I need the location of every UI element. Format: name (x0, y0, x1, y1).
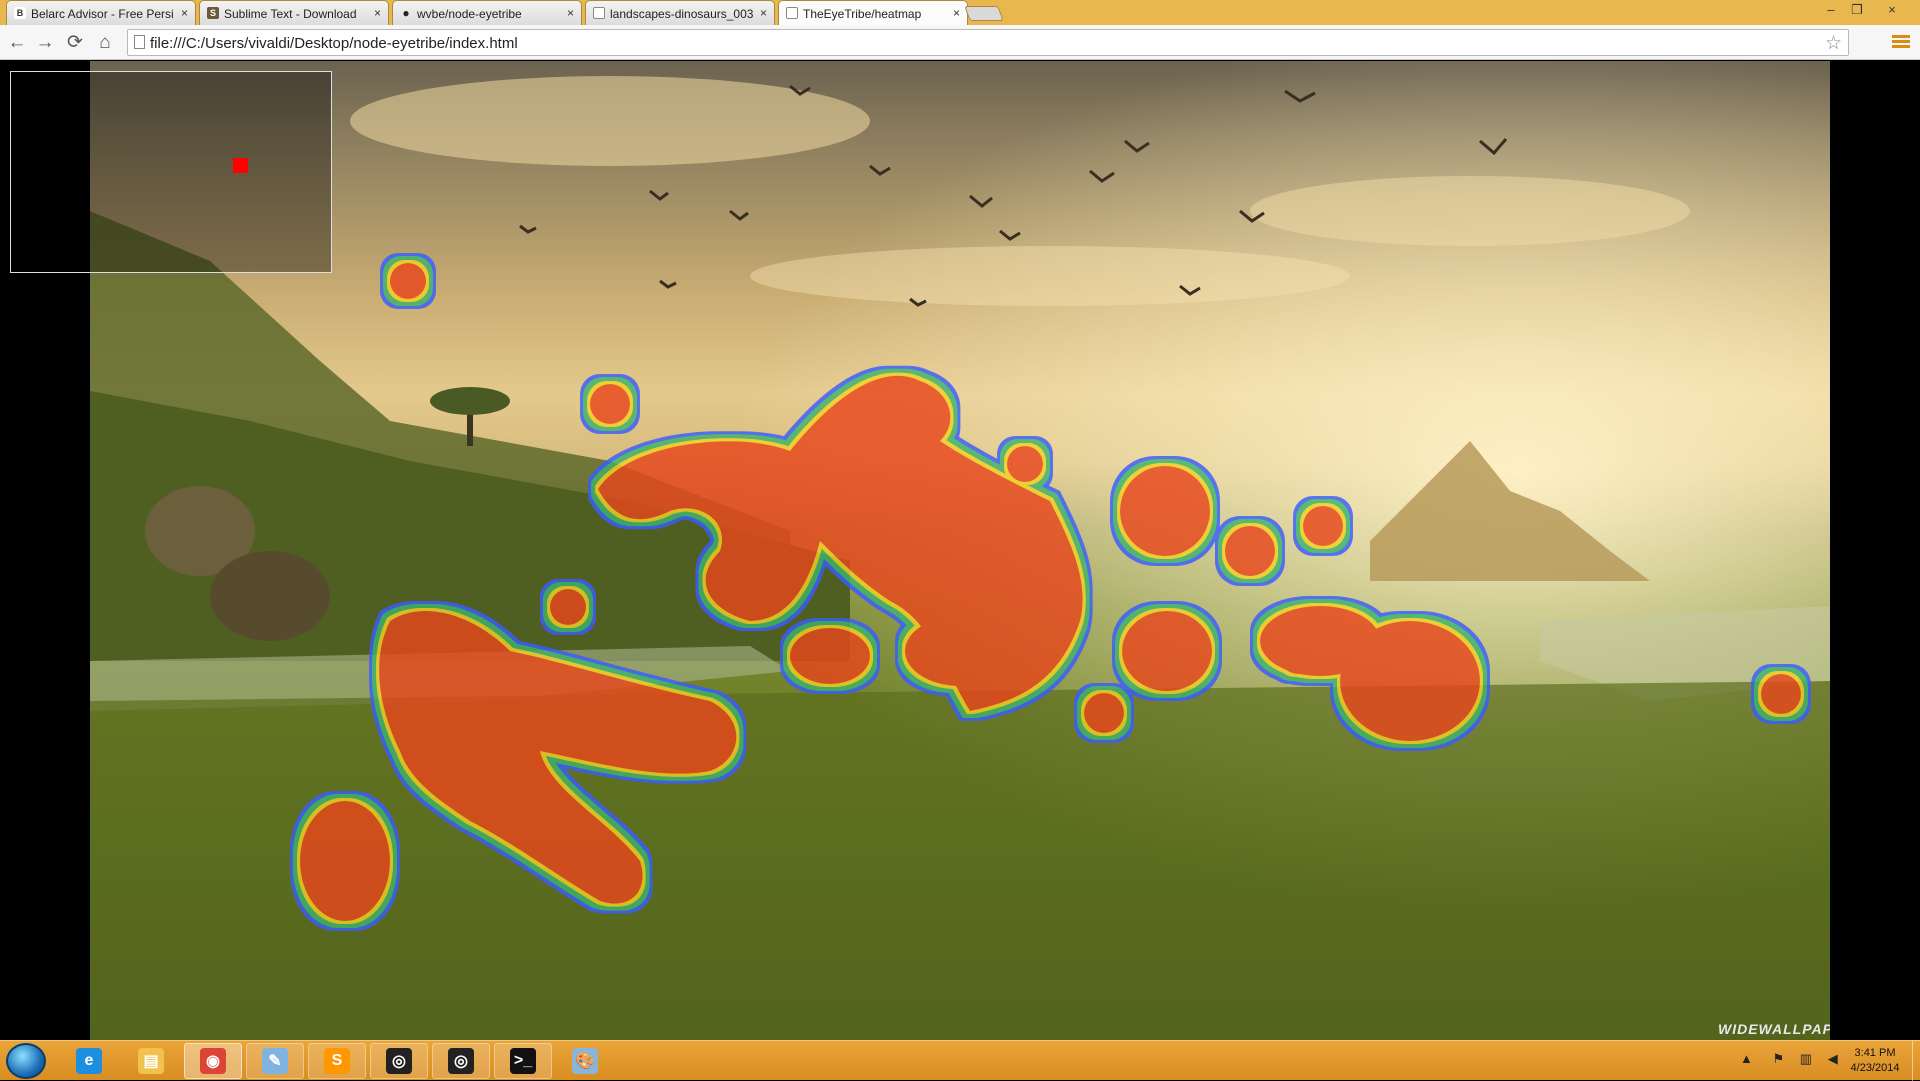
tab-close-icon[interactable]: × (953, 6, 960, 20)
tab-close-icon[interactable]: × (760, 6, 767, 20)
heatmap-blob (790, 628, 870, 684)
address-bar[interactable]: file:///C:/Users/vivaldi/Desktop/node-ey… (127, 29, 1849, 56)
heatmap-blob (300, 801, 390, 921)
url-text[interactable]: file:///C:/Users/vivaldi/Desktop/node-ey… (150, 35, 518, 52)
heatmap-blob (1260, 606, 1380, 676)
reload-button[interactable]: ⟳ (64, 32, 86, 54)
gaze-point-marker (233, 158, 248, 173)
chrome-menu-icon[interactable] (1892, 33, 1910, 51)
taskbar-app-button[interactable]: >_ (494, 1043, 552, 1079)
new-tab-button[interactable] (964, 6, 1004, 21)
forward-button[interactable]: → (34, 32, 56, 54)
taskbar-app-button[interactable]: ▤ (122, 1043, 180, 1079)
clock-time: 3:41 PM (1854, 1047, 1896, 1059)
file-explorer-icon: ▤ (138, 1048, 164, 1074)
action-center-flag-icon[interactable]: ⚑ (1773, 1051, 1785, 1066)
dinosaur-landscape-image: WIDEWALLPAPERS.NET (90, 61, 1830, 1040)
notepad-icon: ✎ (262, 1048, 288, 1074)
tab-title: wvbe/node-eyetribe (417, 7, 522, 21)
taskbar-app-button[interactable]: ✎ (246, 1043, 304, 1079)
start-button[interactable] (6, 1043, 46, 1079)
command-prompt-icon: >_ (510, 1048, 536, 1074)
internet-explorer-icon: e (76, 1048, 102, 1074)
page-icon (786, 7, 798, 19)
taskbar-app-button[interactable]: ◎ (432, 1043, 490, 1079)
eyetribe-server-icon: ◎ (386, 1048, 412, 1074)
heatmap-blob (1084, 693, 1124, 733)
windows-taskbar: e ▤ ◉ ✎ S ◎ ◎ >_ 🎨 ▲ ⚑ ▥ ◀ 3:41 PM 4/23/2014 (0, 1040, 1920, 1081)
tab-close-icon[interactable]: × (374, 6, 381, 20)
tab-belarc-advisor[interactable]: B Belarc Advisor - Free Persi × (6, 0, 196, 25)
page-icon (593, 7, 605, 19)
tray-chevron-icon[interactable]: ▲ (1740, 1051, 1753, 1066)
heatmap-blob (550, 589, 586, 625)
heatmap-blob (590, 384, 630, 424)
clock-date: 4/23/2014 (1850, 1062, 1900, 1074)
close-window-button[interactable]: × (1870, 2, 1914, 18)
volume-icon[interactable]: ◀ (1828, 1051, 1838, 1066)
home-button[interactable]: ⌂ (94, 32, 116, 54)
tab-strip: B Belarc Advisor - Free Persi × S Sublim… (0, 0, 1920, 25)
gaze-tracking-box (10, 71, 332, 273)
tab-node-eyetribe[interactable]: ● wvbe/node-eyetribe × (392, 0, 582, 25)
heatmap-blob (905, 616, 1015, 686)
github-icon: ● (402, 6, 410, 20)
taskbar-app-button[interactable]: S (308, 1043, 366, 1079)
browser-toolbar: ← → ⟳ ⌂ file:///C:/Users/vivaldi/Desktop… (0, 25, 1920, 60)
heatmap-blob (379, 611, 737, 904)
page-content: WIDEWALLPAPERS.NET (0, 61, 1920, 1040)
system-clock[interactable]: 3:41 PM 4/23/2014 (1838, 1046, 1912, 1076)
chrome-icon: ◉ (200, 1048, 226, 1074)
eyetribe-ui-icon: ◎ (448, 1048, 474, 1074)
minimize-button[interactable]: – (1820, 2, 1842, 18)
bookmark-star-icon[interactable]: ☆ (1825, 32, 1842, 55)
tab-close-icon[interactable]: × (181, 6, 188, 20)
heatmap-blob (1303, 506, 1343, 546)
paint-icon: 🎨 (572, 1048, 598, 1074)
heatmap-blob (1225, 526, 1275, 576)
heatmap-blob (1122, 611, 1212, 691)
heatmap-blob (390, 263, 426, 299)
heatmap-blob (1761, 674, 1801, 714)
gaze-heatmap-overlay (300, 263, 1801, 921)
taskbar-app-button[interactable]: 🎨 (556, 1043, 614, 1079)
network-icon[interactable]: ▥ (1800, 1051, 1812, 1066)
tab-title: landscapes-dinosaurs_003 (610, 7, 754, 21)
system-tray: ▲ ⚑ ▥ ◀ (1740, 1051, 1838, 1067)
heatmap-blob (1007, 446, 1043, 482)
restore-button[interactable]: ❐ (1846, 2, 1868, 18)
belarc-icon: B (14, 7, 26, 19)
taskbar-app-button[interactable]: ◎ (370, 1043, 428, 1079)
tab-sublime-text[interactable]: S Sublime Text - Download × (199, 0, 389, 25)
tab-landscapes-dinosaurs[interactable]: landscapes-dinosaurs_003 × (585, 0, 775, 25)
show-desktop-button[interactable] (1912, 1041, 1920, 1081)
tab-title: Sublime Text - Download (224, 7, 357, 21)
taskbar-app-button[interactable]: e (60, 1043, 118, 1079)
back-button[interactable]: ← (6, 32, 28, 54)
tab-close-icon[interactable]: × (567, 6, 574, 20)
page-icon (134, 35, 145, 49)
tab-heatmap[interactable]: TheEyeTribe/heatmap × (778, 0, 968, 25)
heatmap-blob (1120, 466, 1210, 556)
sublime-text-icon: S (324, 1048, 350, 1074)
sublime-icon: S (207, 7, 219, 19)
tab-title: TheEyeTribe/heatmap (803, 7, 922, 21)
browser-window: B Belarc Advisor - Free Persi × S Sublim… (0, 0, 1920, 1081)
watermark-text: WIDEWALLPAPERS.NET (1718, 1021, 1830, 1037)
tab-title: Belarc Advisor - Free Persi (31, 7, 174, 21)
taskbar-app-button[interactable]: ◉ (184, 1043, 242, 1079)
